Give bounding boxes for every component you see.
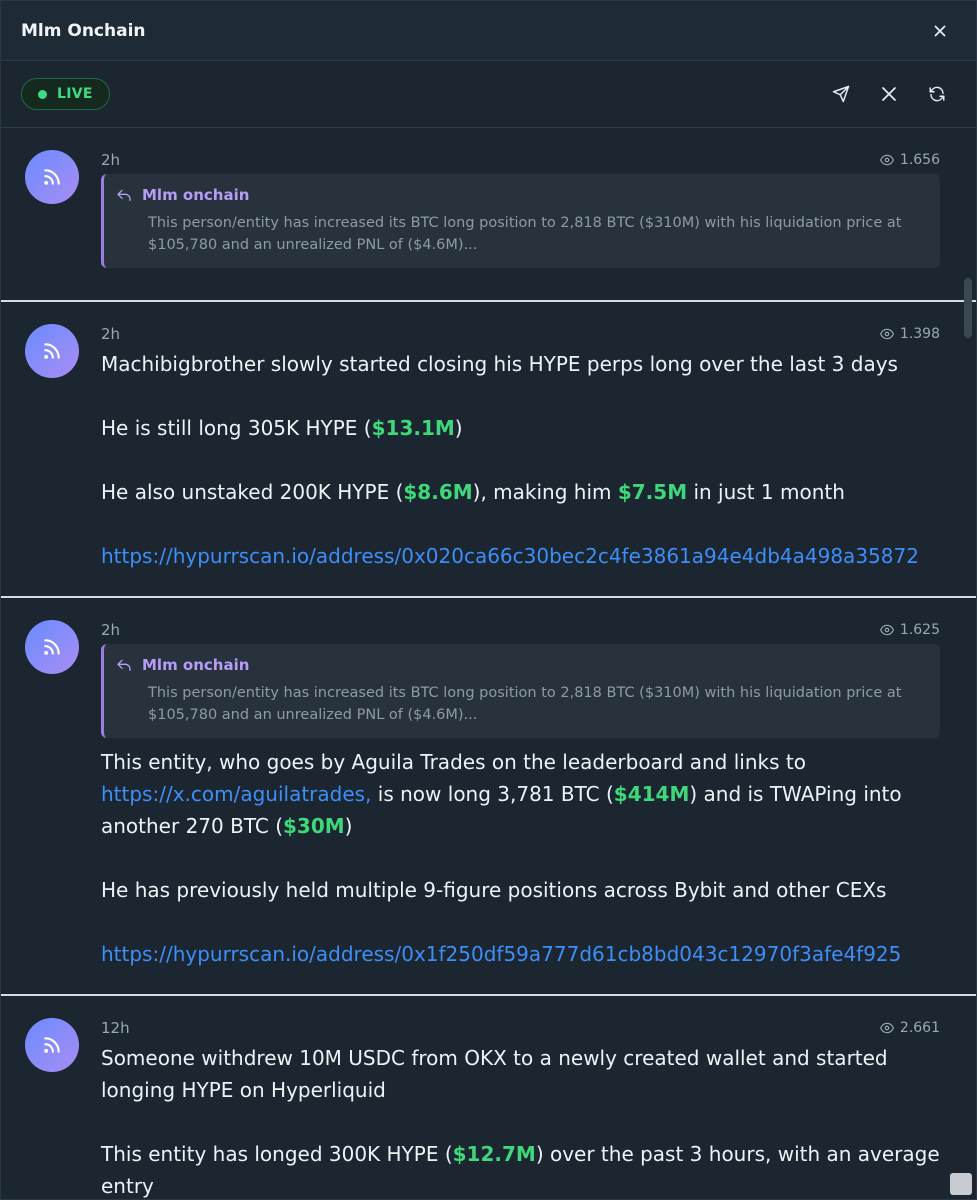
quoted-message[interactable]: Mlm onchain This person/entity has incre… — [101, 174, 940, 268]
feed-post: 2h 1.625 Mlm onchain This person/entity … — [1, 598, 976, 996]
address-link[interactable]: https://hypurrscan.io/address/0x020ca66c… — [101, 540, 940, 572]
view-count-value: 1.625 — [899, 622, 940, 638]
view-count-value: 2.661 — [899, 1020, 940, 1036]
view-count: 1.625 — [879, 622, 940, 638]
text-span: is now long 3,781 BTC ( — [371, 782, 614, 806]
amount-highlight: $30M — [283, 814, 345, 838]
avatar — [25, 1018, 79, 1072]
text-span: This entity has longed 300K HYPE ( — [101, 1142, 453, 1166]
post-body: 12h 2.661 Someone withdrew 10M USDC from… — [101, 1016, 940, 1199]
close-icon — [934, 25, 946, 36]
post-paragraph: Machibigbrother slowly started closing h… — [101, 352, 898, 376]
post-time: 2h — [101, 151, 121, 169]
post-body: 2h 1.625 Mlm onchain This person/entity … — [101, 618, 940, 994]
post-paragraph: This entity, who goes by Aguila Trades o… — [101, 746, 940, 842]
post-meta: 2h 1.625 — [101, 618, 940, 642]
post-meta: 2h 1.398 — [101, 322, 940, 346]
post-meta: 12h 2.661 — [101, 1016, 940, 1040]
quote-header: Mlm onchain — [116, 186, 926, 204]
view-count-value: 1.398 — [899, 326, 940, 342]
post-meta: 2h 1.656 — [101, 148, 940, 172]
amount-highlight: $414M — [613, 782, 690, 806]
text-span: He is still long 305K HYPE ( — [101, 416, 372, 440]
send-icon — [832, 85, 850, 103]
close-button[interactable] — [928, 19, 952, 43]
avatar — [25, 324, 79, 378]
amount-highlight: $7.5M — [617, 480, 688, 504]
post-paragraph: He is still long 305K HYPE ($13.1M) — [101, 412, 940, 444]
post-time: 2h — [101, 325, 121, 343]
text-span: ), making him — [472, 480, 618, 504]
amount-highlight: $12.7M — [452, 1142, 536, 1166]
feed-post: 2h 1.398 Machibigbrother slowly started … — [1, 302, 976, 598]
post-paragraph: He also unstaked 200K HYPE ($8.6M), maki… — [101, 476, 940, 508]
eye-icon — [879, 154, 894, 166]
post-body: 2h 1.656 Mlm onchain This person/entity … — [101, 148, 940, 300]
post-body: 2h 1.398 Machibigbrother slowly started … — [101, 322, 940, 596]
rss-icon — [44, 343, 60, 359]
live-badge: LIVE — [21, 78, 110, 110]
resize-handle[interactable] — [950, 1173, 972, 1195]
toolbar: LIVE — [1, 61, 976, 128]
feed-post: 2h 1.656 Mlm onchain This person/entity … — [1, 128, 976, 302]
rss-icon — [44, 169, 60, 185]
feed-post: 12h 2.661 Someone withdrew 10M USDC from… — [1, 996, 976, 1199]
reply-icon — [117, 659, 131, 671]
view-count: 1.656 — [879, 152, 940, 168]
app-window: Mlm Onchain LIVE 2h 1.656 Mlm onchain Th… — [0, 0, 977, 1200]
toolbar-actions — [828, 81, 956, 107]
quote-author: Mlm onchain — [142, 656, 250, 674]
quote-text: This person/entity has increased its BTC… — [148, 215, 902, 253]
text-span: This entity, who goes by Aguila Trades o… — [101, 750, 806, 774]
view-count: 2.661 — [879, 1020, 940, 1036]
amount-highlight: $13.1M — [371, 416, 455, 440]
reply-icon — [117, 189, 131, 201]
view-count-value: 1.656 — [899, 152, 940, 168]
eye-icon — [879, 328, 894, 340]
live-label: LIVE — [57, 86, 93, 102]
post-time: 12h — [101, 1019, 130, 1037]
quote-text: This person/entity has increased its BTC… — [148, 685, 902, 723]
avatar — [25, 620, 79, 674]
post-paragraph: He has previously held multiple 9-figure… — [101, 878, 887, 902]
quoted-message[interactable]: Mlm onchain This person/entity has incre… — [101, 644, 940, 738]
scrollbar-thumb[interactable] — [964, 278, 972, 338]
profile-link[interactable]: https://x.com/aguilatrades, — [101, 782, 371, 806]
text-span: in just 1 month — [687, 480, 845, 504]
post-paragraph: This entity has longed 300K HYPE ($12.7M… — [101, 1138, 940, 1199]
post-time: 2h — [101, 621, 121, 639]
quote-author: Mlm onchain — [142, 186, 250, 204]
message-feed[interactable]: 2h 1.656 Mlm onchain This person/entity … — [1, 128, 976, 1199]
rss-icon — [44, 1037, 60, 1053]
window-title: Mlm Onchain — [21, 20, 146, 41]
text-span: He also unstaked 200K HYPE ( — [101, 480, 404, 504]
avatar — [25, 150, 79, 204]
refresh-icon — [929, 86, 945, 102]
title-bar: Mlm Onchain — [1, 1, 976, 61]
address-link[interactable]: https://hypurrscan.io/address/0x1f250df5… — [101, 938, 940, 970]
refresh-button[interactable] — [924, 81, 950, 107]
x-logo-icon — [882, 87, 896, 101]
live-dot-icon — [38, 89, 47, 99]
view-count: 1.398 — [879, 326, 940, 342]
eye-icon — [879, 624, 894, 636]
eye-icon — [879, 1022, 894, 1034]
rss-icon — [44, 639, 60, 655]
post-paragraph: Someone withdrew 10M USDC from OKX to a … — [101, 1046, 888, 1102]
x-share-button[interactable] — [876, 81, 902, 107]
telegram-share-button[interactable] — [828, 81, 854, 107]
text-span: ) — [344, 814, 353, 838]
text-span: ) — [454, 416, 463, 440]
quote-header: Mlm onchain — [116, 656, 926, 674]
amount-highlight: $8.6M — [403, 480, 473, 504]
